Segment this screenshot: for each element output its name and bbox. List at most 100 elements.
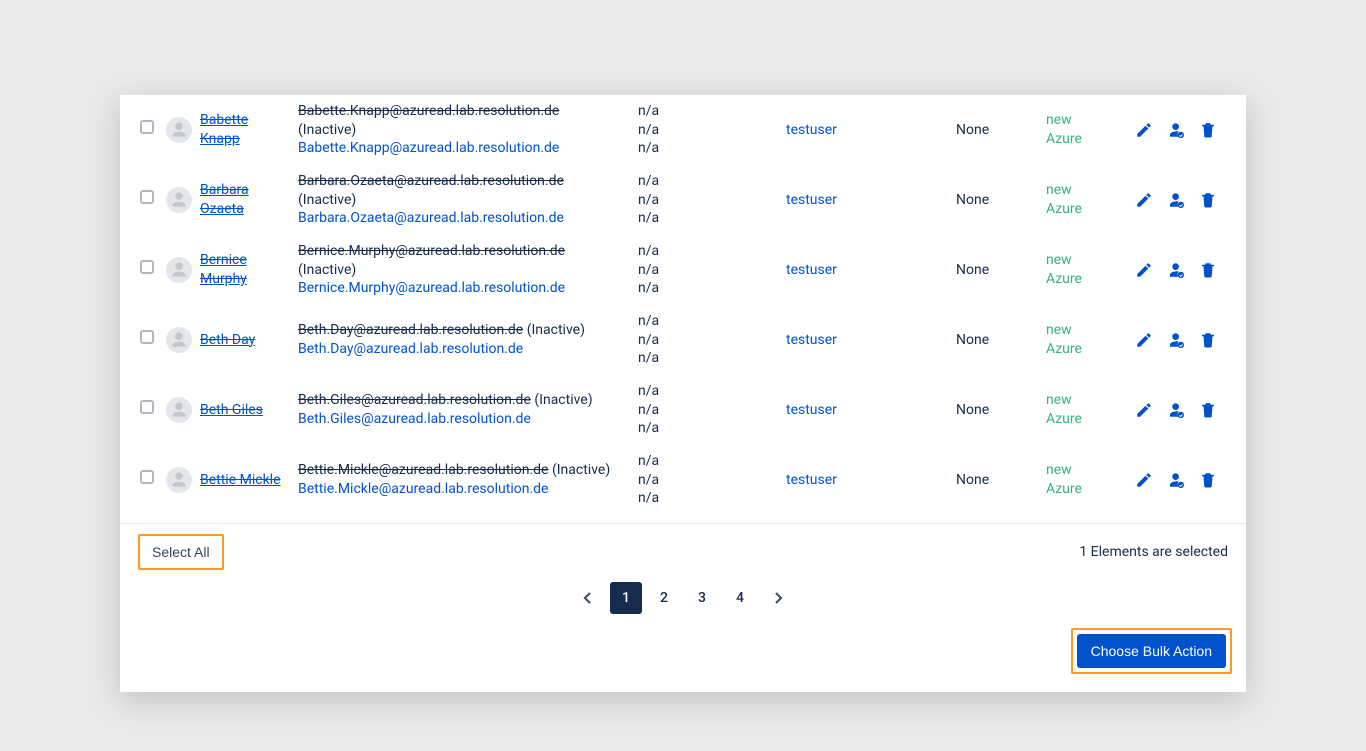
user-name-link[interactable]: Beth Day xyxy=(200,331,255,350)
status-new: new xyxy=(1046,112,1072,128)
na-value: n/a xyxy=(638,103,659,119)
user-name-link[interactable]: Barbara Ozaeta xyxy=(200,181,286,219)
table-row: Bettie Mickle Bettie.Mickle@azuread.lab.r… xyxy=(134,445,1232,515)
new-email-link[interactable]: Beth.Day@azuread.lab.resolution.de xyxy=(298,341,523,357)
divider xyxy=(120,523,1246,524)
group-link[interactable]: testuser xyxy=(786,472,837,488)
table-row: Beth Day Beth.Day@azuread.lab.resolution.… xyxy=(134,305,1232,375)
selection-count: 1 Elements are selected xyxy=(1079,544,1228,560)
user-check-icon[interactable] xyxy=(1166,190,1186,210)
page-number-3[interactable]: 3 xyxy=(686,582,718,614)
na-value: n/a xyxy=(638,140,659,156)
select-all-button[interactable]: Select All xyxy=(138,534,224,570)
na-value: n/a xyxy=(638,262,659,278)
avatar xyxy=(166,187,192,213)
user-check-icon[interactable] xyxy=(1166,470,1186,490)
edit-icon[interactable] xyxy=(1134,260,1154,280)
page-next-button[interactable] xyxy=(762,582,794,614)
trash-icon[interactable] xyxy=(1198,120,1218,140)
group-link[interactable]: testuser xyxy=(786,262,837,278)
status-azure: Azure xyxy=(1046,201,1082,217)
page-number-1[interactable]: 1 xyxy=(610,582,642,614)
user-name-link[interactable]: Babette Knapp xyxy=(200,111,286,149)
pagination: 1234 xyxy=(134,582,1232,614)
na-value: n/a xyxy=(638,192,659,208)
table-row: Beth Giles Beth.Giles@azuread.lab.resolut… xyxy=(134,375,1232,445)
group-link[interactable]: testuser xyxy=(786,122,837,138)
users-table: Babette Knapp Babette.Knapp@azuread.lab.r… xyxy=(134,95,1232,515)
na-value: n/a xyxy=(638,122,659,138)
na-value: n/a xyxy=(638,472,659,488)
trash-icon[interactable] xyxy=(1198,260,1218,280)
page-number-4[interactable]: 4 xyxy=(724,582,756,614)
trash-icon[interactable] xyxy=(1198,190,1218,210)
na-value: n/a xyxy=(638,383,659,399)
status-new: new xyxy=(1046,322,1072,338)
inactive-label: (Inactive) xyxy=(298,262,356,278)
new-email-link[interactable]: Bettie.Mickle@azuread.lab.resolution.de xyxy=(298,481,548,497)
old-email: Bernice.Murphy@azuread.lab.resolution.de xyxy=(298,243,565,259)
row-checkbox[interactable] xyxy=(140,330,154,344)
old-email: Barbara.Ozaeta@azuread.lab.resolution.de xyxy=(298,173,564,189)
na-value: n/a xyxy=(638,243,659,259)
na-value: n/a xyxy=(638,332,659,348)
status-azure: Azure xyxy=(1046,271,1082,287)
bottom-row-1: Select All 1 Elements are selected xyxy=(134,534,1232,580)
user-name-link[interactable]: Beth Giles xyxy=(200,401,263,420)
edit-icon[interactable] xyxy=(1134,400,1154,420)
user-check-icon[interactable] xyxy=(1166,260,1186,280)
new-email-link[interactable]: Beth.Giles@azuread.lab.resolution.de xyxy=(298,411,531,427)
edit-icon[interactable] xyxy=(1134,470,1154,490)
avatar xyxy=(166,257,192,283)
group-link[interactable]: testuser xyxy=(786,402,837,418)
avatar xyxy=(166,467,192,493)
users-card: Babette Knapp Babette.Knapp@azuread.lab.r… xyxy=(120,95,1246,692)
table-row: Barbara Ozaeta Barbara.Ozaeta@azuread.lab… xyxy=(134,165,1232,235)
table-row: Bernice Murphy Bernice.Murphy@azuread.lab… xyxy=(134,235,1232,305)
none-value: None xyxy=(956,192,989,208)
row-checkbox[interactable] xyxy=(140,120,154,134)
avatar xyxy=(166,117,192,143)
page-prev-button[interactable] xyxy=(572,582,604,614)
inactive-label: (Inactive) xyxy=(534,392,592,408)
old-email: Bettie.Mickle@azuread.lab.resolution.de xyxy=(298,462,548,478)
group-link[interactable]: testuser xyxy=(786,192,837,208)
new-email-link[interactable]: Bernice.Murphy@azuread.lab.resolution.de xyxy=(298,280,565,296)
new-email-link[interactable]: Babette.Knapp@azuread.lab.resolution.de xyxy=(298,140,559,156)
na-value: n/a xyxy=(638,173,659,189)
choose-bulk-action-button[interactable]: Choose Bulk Action xyxy=(1077,634,1226,668)
row-checkbox[interactable] xyxy=(140,400,154,414)
old-email: Babette.Knapp@azuread.lab.resolution.de xyxy=(298,103,559,119)
user-name-link[interactable]: Bettie Mickle xyxy=(200,471,281,490)
user-check-icon[interactable] xyxy=(1166,120,1186,140)
row-checkbox[interactable] xyxy=(140,260,154,274)
none-value: None xyxy=(956,402,989,418)
edit-icon[interactable] xyxy=(1134,190,1154,210)
old-email: Beth.Day@azuread.lab.resolution.de xyxy=(298,322,523,338)
status-new: new xyxy=(1046,462,1072,478)
row-checkbox[interactable] xyxy=(140,470,154,484)
row-checkbox[interactable] xyxy=(140,190,154,204)
na-value: n/a xyxy=(638,313,659,329)
status-new: new xyxy=(1046,252,1072,268)
trash-icon[interactable] xyxy=(1198,330,1218,350)
user-name-link[interactable]: Bernice Murphy xyxy=(200,251,286,289)
bottom-row-2: Choose Bulk Action xyxy=(134,628,1232,674)
table-row: Babette Knapp Babette.Knapp@azuread.lab.r… xyxy=(134,95,1232,165)
user-check-icon[interactable] xyxy=(1166,330,1186,350)
inactive-label: (Inactive) xyxy=(552,462,610,478)
inactive-label: (Inactive) xyxy=(527,322,585,338)
edit-icon[interactable] xyxy=(1134,120,1154,140)
status-azure: Azure xyxy=(1046,411,1082,427)
new-email-link[interactable]: Barbara.Ozaeta@azuread.lab.resolution.de xyxy=(298,210,564,226)
edit-icon[interactable] xyxy=(1134,330,1154,350)
status-azure: Azure xyxy=(1046,481,1082,497)
trash-icon[interactable] xyxy=(1198,470,1218,490)
inactive-label: (Inactive) xyxy=(298,192,356,208)
avatar xyxy=(166,397,192,423)
bulk-action-highlight: Choose Bulk Action xyxy=(1071,628,1232,674)
group-link[interactable]: testuser xyxy=(786,332,837,348)
page-number-2[interactable]: 2 xyxy=(648,582,680,614)
trash-icon[interactable] xyxy=(1198,400,1218,420)
user-check-icon[interactable] xyxy=(1166,400,1186,420)
